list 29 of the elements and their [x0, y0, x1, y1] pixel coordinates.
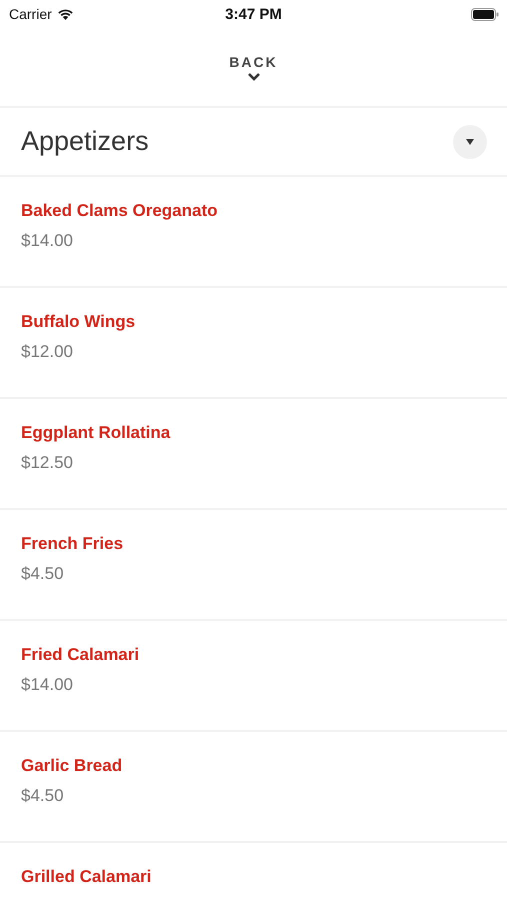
- item-name: Baked Clams Oreganato: [21, 201, 218, 221]
- battery-icon: [471, 8, 499, 20]
- item-name: Fried Calamari: [21, 645, 140, 665]
- item-name: Eggplant Rollatina: [21, 423, 170, 443]
- menu-item[interactable]: Baked Clams Oreganato $14.00: [0, 177, 507, 288]
- menu-item[interactable]: Garlic Bread $4.50: [0, 732, 507, 843]
- item-name: Grilled Calamari: [21, 867, 152, 887]
- wifi-icon: [56, 8, 74, 20]
- item-price: $4.50: [21, 786, 64, 806]
- menu-item[interactable]: Grilled Calamari: [0, 843, 507, 900]
- menu-item[interactable]: Buffalo Wings $12.00: [0, 288, 507, 399]
- menu-item[interactable]: Eggplant Rollatina $12.50: [0, 399, 507, 510]
- item-price: $14.00: [21, 675, 73, 695]
- status-time: 3:47 PM: [225, 6, 282, 22]
- menu-item[interactable]: Fried Calamari $14.00: [0, 621, 507, 732]
- item-name: French Fries: [21, 534, 124, 554]
- item-price: $14.00: [21, 231, 73, 251]
- caret-down-icon[interactable]: [466, 138, 474, 144]
- menu-item[interactable]: French Fries $4.50: [0, 510, 507, 621]
- item-price: $4.50: [21, 564, 64, 584]
- carrier-label: Carrier: [9, 6, 52, 22]
- section-title: Appetizers: [21, 126, 149, 157]
- item-price: $12.00: [21, 342, 73, 362]
- back-button[interactable]: BACK: [229, 54, 278, 70]
- dropdown-button[interactable]: [453, 124, 487, 158]
- chevron-down-icon[interactable]: [246, 72, 260, 80]
- item-price: $12.50: [21, 453, 73, 473]
- item-name: Garlic Bread: [21, 756, 122, 776]
- item-name: Buffalo Wings: [21, 312, 136, 332]
